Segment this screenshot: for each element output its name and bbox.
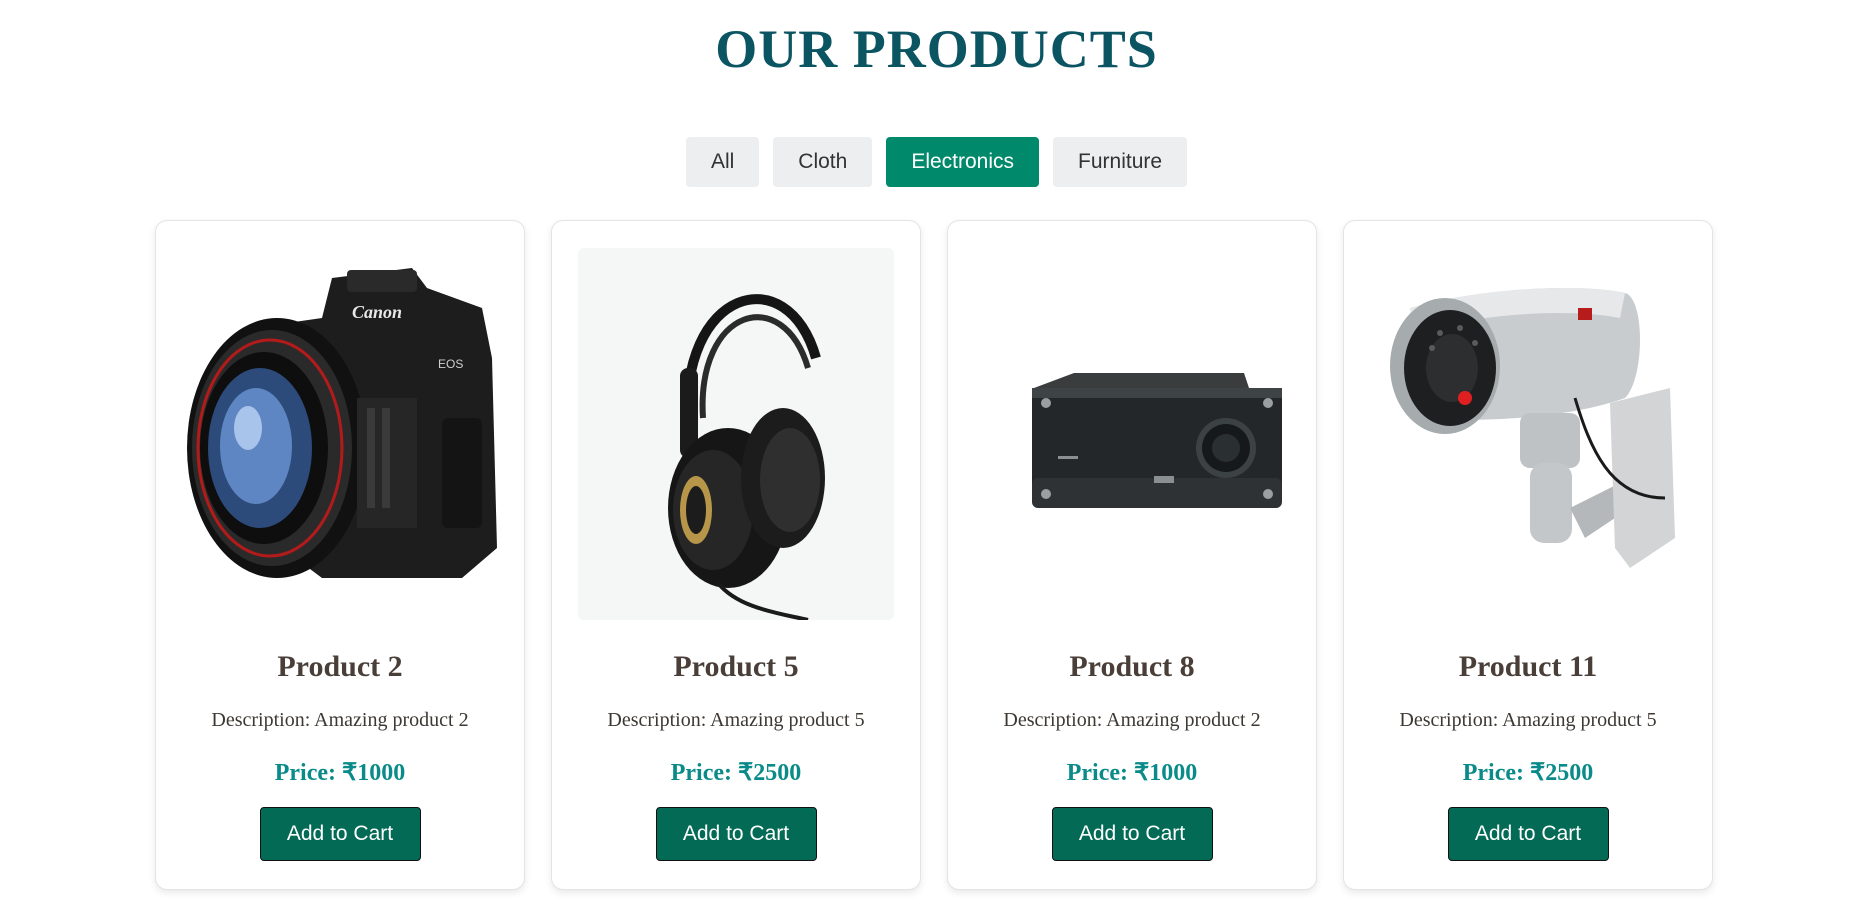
filter-electronics-button[interactable]: Electronics <box>886 137 1040 187</box>
product-image <box>1370 248 1686 620</box>
svg-text:Canon: Canon <box>352 302 402 322</box>
page-title: OUR PRODUCTS <box>715 19 1158 79</box>
product-name: Product 8 <box>1069 650 1195 683</box>
product-name: Product 2 <box>277 650 403 683</box>
security-camera-icon <box>1390 288 1675 568</box>
product-image <box>578 248 894 620</box>
filter-all-button[interactable]: All <box>685 137 760 187</box>
add-to-cart-button[interactable]: Add to Cart <box>1447 807 1609 861</box>
product-card: Canon EOS Product 2 Description: Amazing… <box>155 220 525 890</box>
product-card: Product 11 Description: Amazing product … <box>1343 220 1713 890</box>
product-price: Price: ₹2500 <box>670 760 802 786</box>
filter-furniture-button[interactable]: Furniture <box>1053 137 1188 187</box>
product-price: Price: ₹1000 <box>1066 760 1198 786</box>
add-to-cart-button[interactable]: Add to Cart <box>259 807 421 861</box>
category-filter-bar: All Cloth Electronics Furniture <box>0 137 1873 187</box>
svg-text:EOS: EOS <box>438 357 463 371</box>
filter-cloth-button[interactable]: Cloth <box>773 137 873 187</box>
headphones-icon <box>668 294 825 620</box>
product-grid: Canon EOS Product 2 Description: Amazing… <box>155 220 1713 890</box>
product-description: Description: Amazing product 2 <box>1003 709 1261 731</box>
product-image: Canon EOS <box>182 248 498 620</box>
product-name: Product 11 <box>1458 650 1598 683</box>
add-to-cart-button[interactable]: Add to Cart <box>1051 807 1213 861</box>
product-price: Price: ₹2500 <box>1462 760 1594 786</box>
product-card: Product 5 Description: Amazing product 5… <box>551 220 921 890</box>
product-description: Description: Amazing product 5 <box>607 709 865 731</box>
dslr-camera-icon: Canon EOS <box>187 268 497 578</box>
product-card: Product 8 Description: Amazing product 2… <box>947 220 1317 890</box>
product-price: Price: ₹1000 <box>274 760 406 786</box>
amplifier-icon <box>1032 373 1282 508</box>
product-image <box>974 248 1290 620</box>
add-to-cart-button[interactable]: Add to Cart <box>655 807 817 861</box>
product-description: Description: Amazing product 2 <box>211 709 469 731</box>
product-description: Description: Amazing product 5 <box>1399 709 1657 731</box>
product-name: Product 5 <box>673 650 799 683</box>
